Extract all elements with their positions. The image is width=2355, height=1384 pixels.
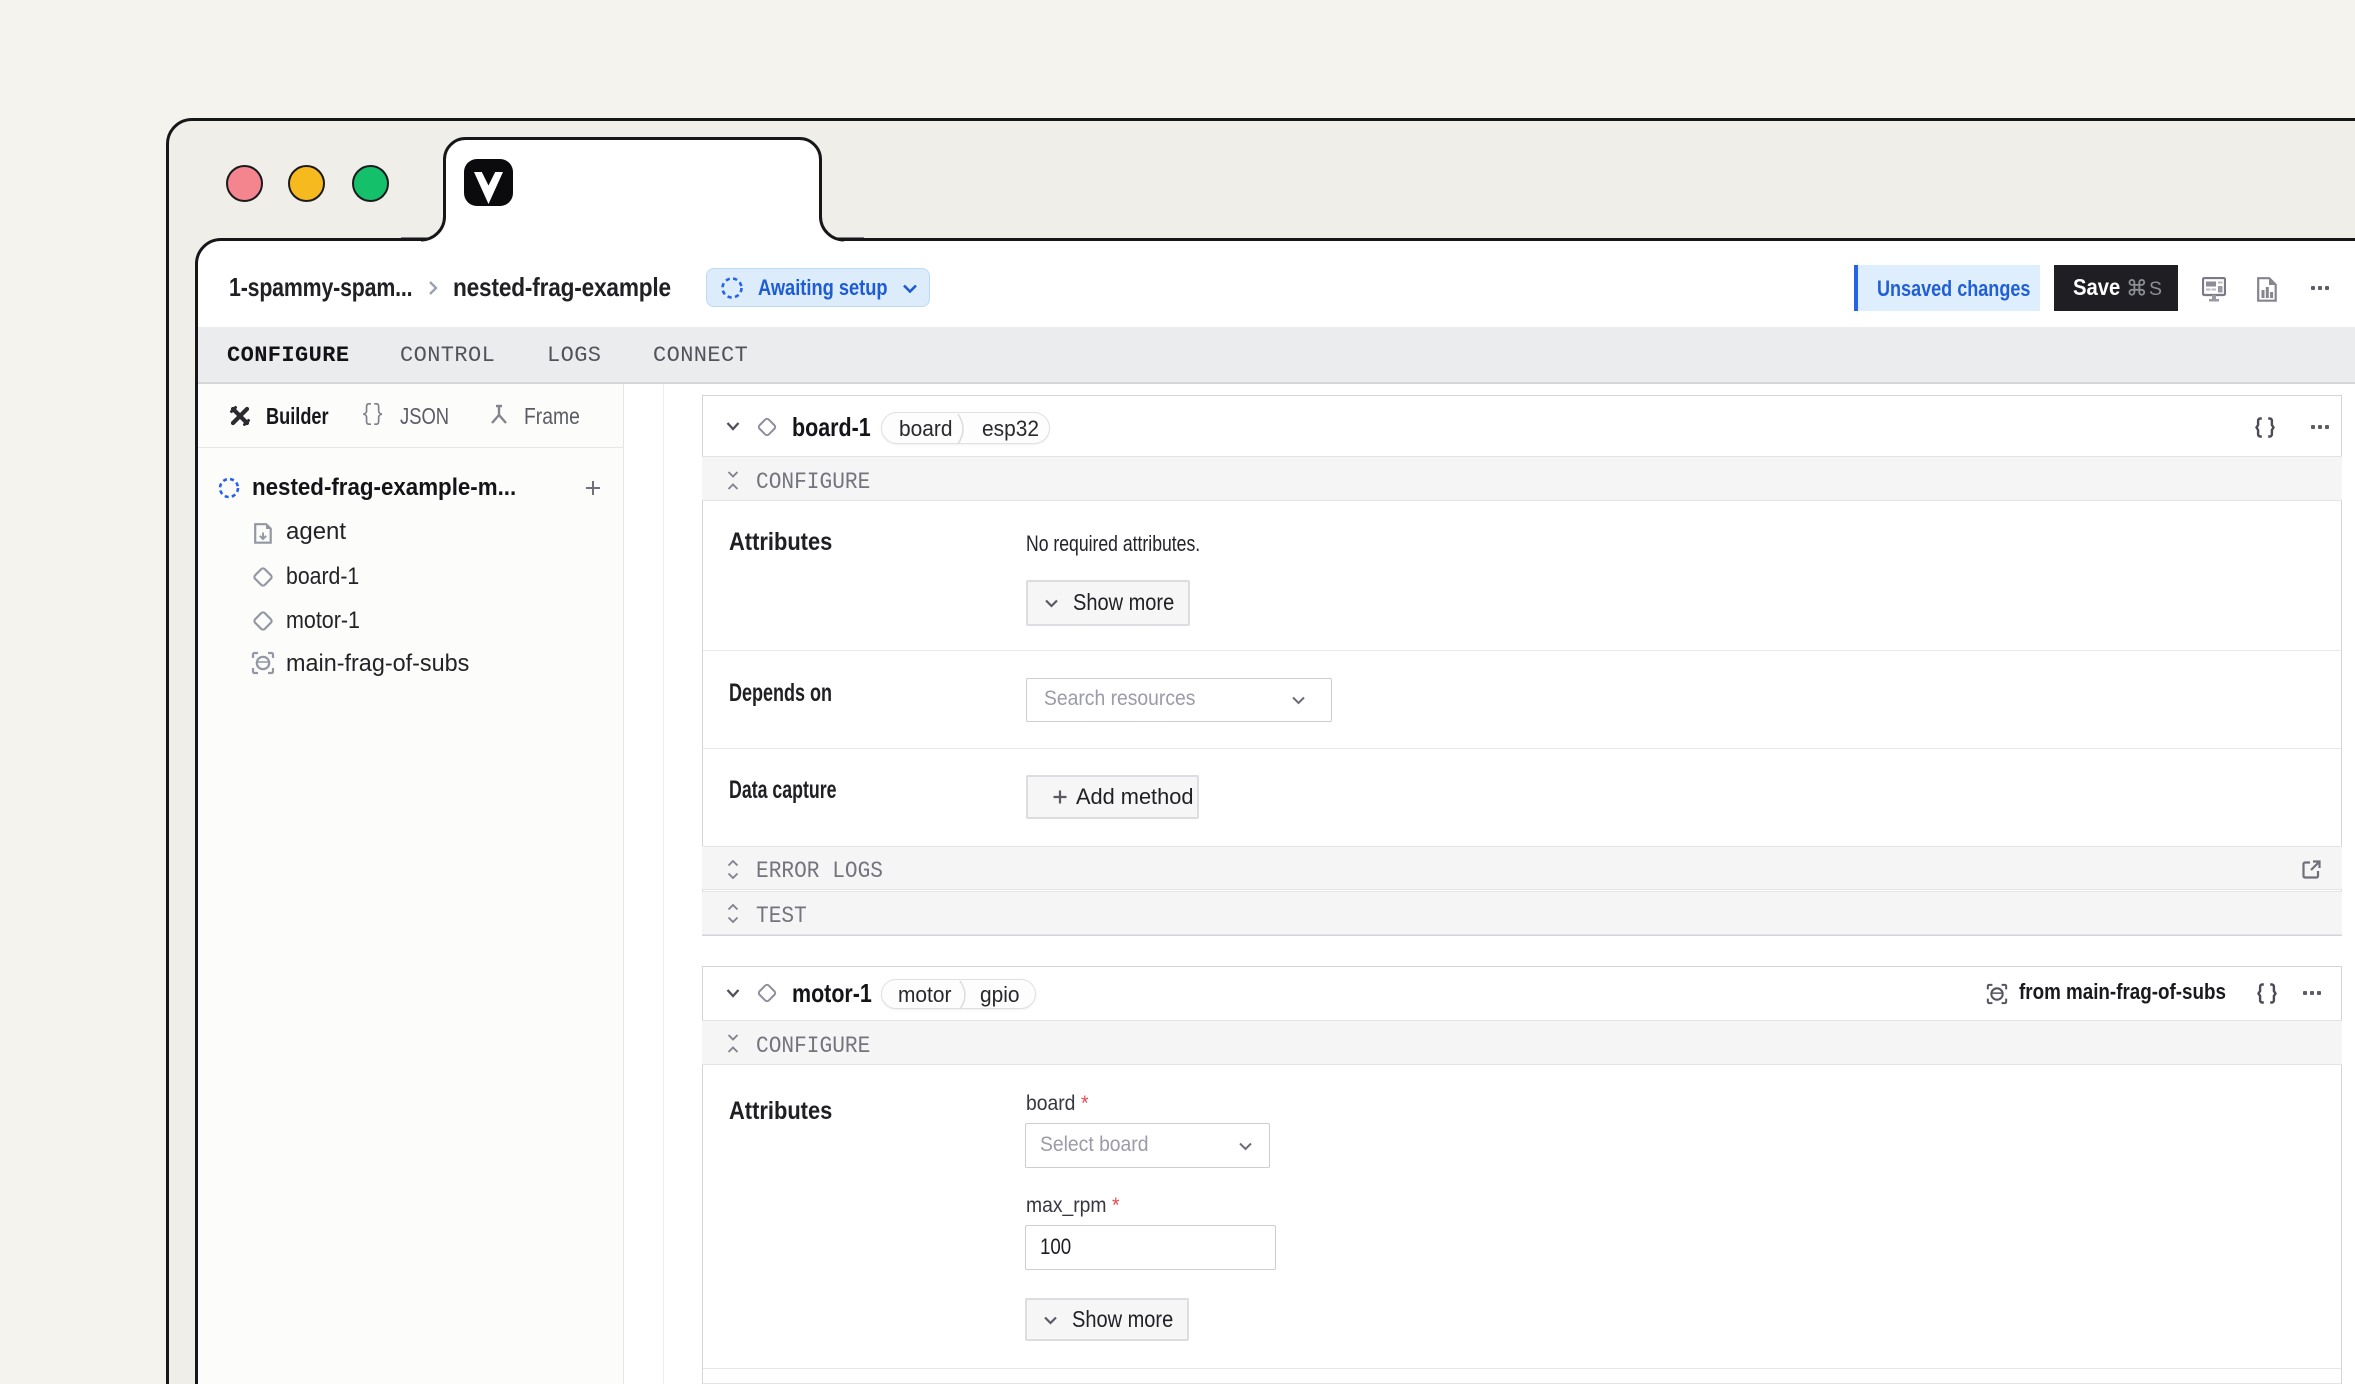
svg-text:S: S [2149, 278, 2162, 300]
